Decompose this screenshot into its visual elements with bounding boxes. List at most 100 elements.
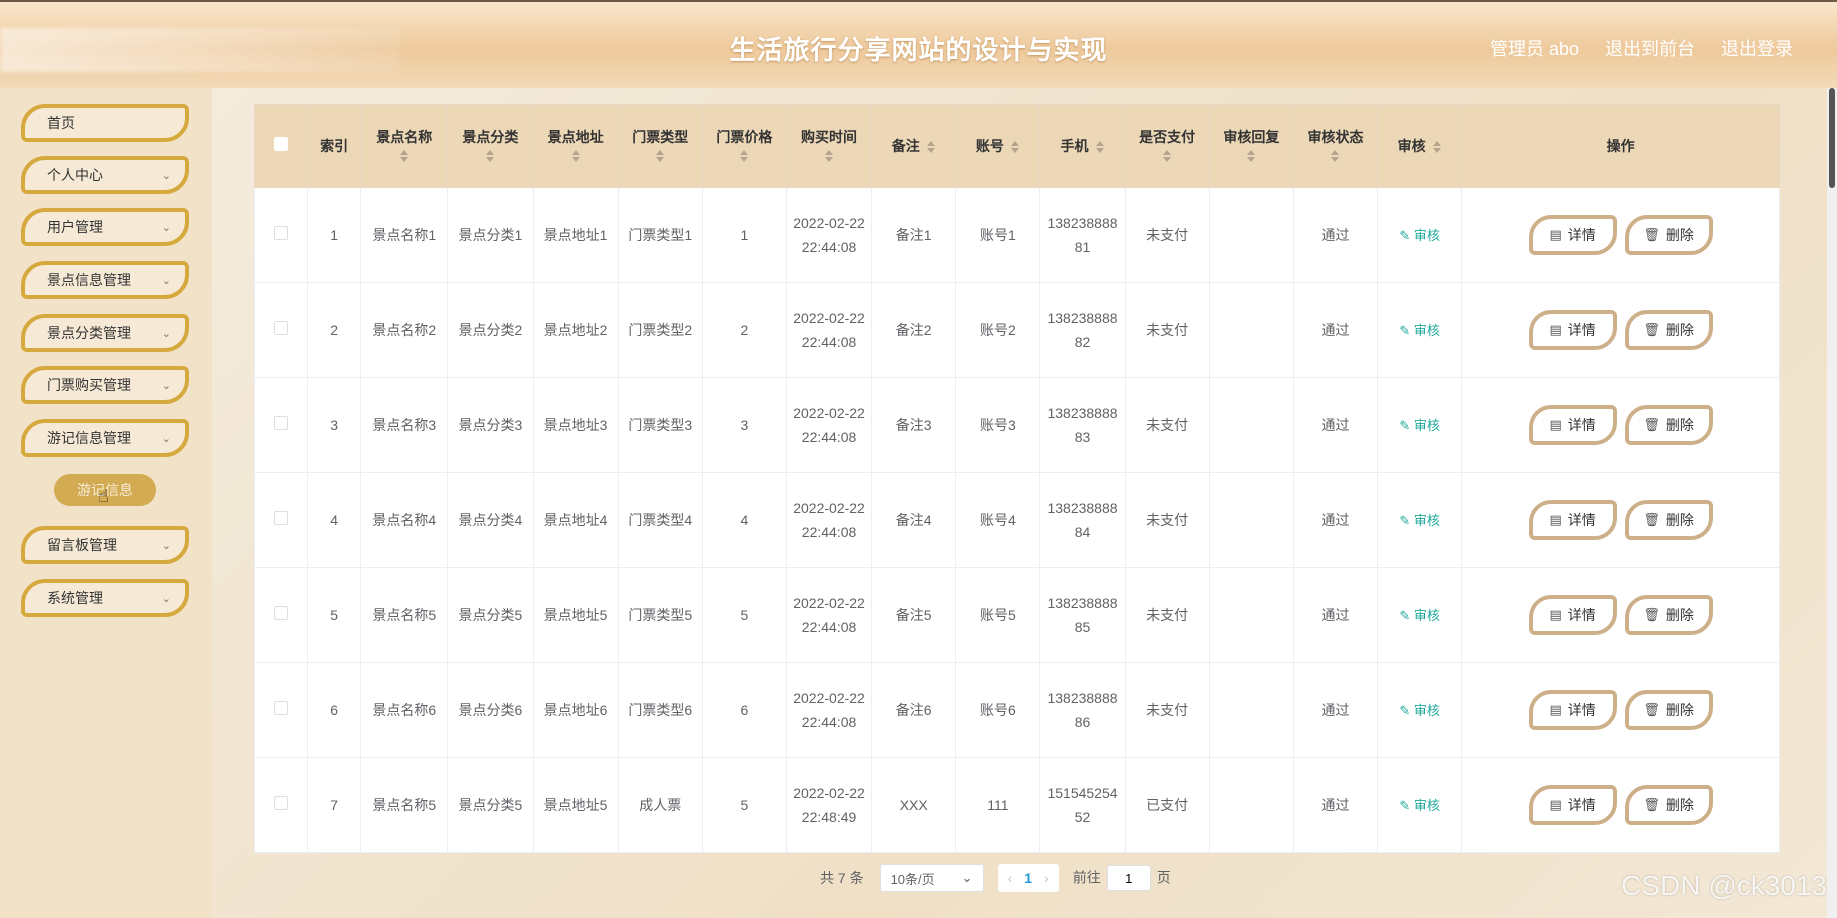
column-header-label: 景点名称 [376, 128, 433, 145]
row-checkbox[interactable] [274, 226, 289, 240]
column-header-label: 手机 [1060, 137, 1089, 154]
row-checkbox[interactable] [274, 511, 289, 525]
row-checkbox[interactable] [274, 606, 289, 620]
row-checkbox[interactable] [274, 416, 289, 430]
sort-icon[interactable] [739, 148, 749, 164]
prev-page-icon[interactable]: ‹ [1008, 870, 1013, 886]
delete-button[interactable]: 🗑 删除 [1624, 405, 1713, 445]
next-page-icon[interactable]: › [1044, 870, 1049, 886]
detail-button[interactable]: ▤ 详情 [1528, 595, 1617, 635]
sidebar-item-2[interactable]: 个人中心 ⌄ [21, 156, 189, 194]
delete-button[interactable]: 🗑 删除 [1624, 785, 1713, 825]
cell-phone: 13823888883 [1039, 377, 1126, 473]
page-scrollbar[interactable] [1827, 88, 1837, 918]
table-row: 4 景点名称4 景点分类4 景点地址4 门票类型4 4 2022-02-22 22:44:0… [253, 472, 1780, 568]
detail-button[interactable]: ▤ 详情 [1528, 310, 1617, 350]
sort-icon[interactable] [655, 148, 665, 164]
column-header[interactable]: 审核 [1377, 104, 1463, 188]
delete-button[interactable]: 🗑 删除 [1624, 690, 1713, 730]
column-header[interactable]: 景点分类 [447, 104, 534, 188]
sidebar-item-8[interactable]: 留言板管理 ⌄ [21, 526, 189, 564]
cell-name: 景点名称5 [360, 757, 449, 853]
sidebar-item-label: 景点分类管理 [47, 325, 131, 341]
cell-phone: 13823888886 [1039, 662, 1126, 758]
sort-icon[interactable] [926, 139, 936, 155]
audit-link[interactable]: ✎ 审核 [1399, 418, 1440, 433]
column-header[interactable]: 备注 [871, 104, 957, 188]
row-checkbox[interactable] [274, 701, 289, 715]
sort-icon[interactable] [485, 148, 495, 164]
detail-button[interactable]: ▤ 详情 [1528, 405, 1617, 445]
table-row: 1 景点名称1 景点分类1 景点地址1 门票类型1 1 2022-02-22 22:44:0… [253, 187, 1780, 283]
cell-status: 通过 [1292, 377, 1379, 473]
column-header[interactable]: 是否支付 [1124, 104, 1210, 188]
sort-icon[interactable] [1432, 139, 1442, 155]
sidebar-item-3[interactable]: 用户管理 ⌄ [21, 208, 189, 246]
cell-paid: 未支付 [1124, 282, 1210, 378]
logout-link[interactable]: 退出登录 [1721, 35, 1793, 61]
sort-icon[interactable] [1095, 139, 1105, 155]
column-header[interactable]: 账号 [955, 104, 1041, 188]
delete-button[interactable]: 🗑 删除 [1624, 500, 1713, 540]
column-header: 索引 [307, 104, 362, 188]
sidebar-item-1[interactable]: 首页 [21, 104, 189, 142]
page-size-select[interactable]: 10条/页 ⌄ [879, 864, 984, 892]
sort-icon[interactable] [1010, 139, 1020, 155]
column-header[interactable]: 购买时间 [785, 104, 873, 188]
cell-note: 备注5 [871, 567, 957, 663]
trash-icon: 🗑 [1643, 417, 1660, 432]
back-to-front-link[interactable]: 退出到前台 [1605, 35, 1695, 61]
sort-icon[interactable] [824, 148, 834, 164]
audit-label: 审核 [1413, 322, 1440, 338]
delete-button[interactable]: 🗑 删除 [1624, 310, 1713, 350]
cell-reply [1208, 662, 1294, 758]
cell-actions: ▤ 详情 🗑 删除 [1461, 472, 1780, 568]
detail-button[interactable]: ▤ 详情 [1528, 785, 1617, 825]
audit-link[interactable]: ✎ 审核 [1399, 703, 1440, 718]
delete-button[interactable]: 🗑 删除 [1624, 215, 1713, 255]
cell-type: 门票类型3 [617, 377, 703, 473]
column-header[interactable]: 审核回复 [1208, 104, 1294, 188]
detail-button[interactable]: ▤ 详情 [1528, 690, 1617, 730]
delete-button[interactable]: 🗑 删除 [1624, 595, 1713, 635]
scrollbar-thumb[interactable] [1829, 88, 1835, 188]
sort-icon[interactable] [1246, 148, 1256, 164]
chevron-down-icon: ⌄ [161, 432, 171, 445]
audit-link[interactable]: ✎ 审核 [1399, 228, 1440, 243]
cell-type: 成人票 [617, 757, 703, 853]
current-page-number[interactable]: 1 [1024, 870, 1032, 886]
audit-link[interactable]: ✎ 审核 [1399, 608, 1440, 623]
audit-link[interactable]: ✎ 审核 [1399, 798, 1440, 813]
document-icon: ▤ [1549, 702, 1562, 717]
sort-icon[interactable] [1330, 148, 1340, 164]
audit-link[interactable]: ✎ 审核 [1399, 513, 1440, 528]
sidebar-item-6[interactable]: 门票购买管理 ⌄ [21, 366, 189, 404]
row-checkbox[interactable] [274, 321, 289, 335]
column-header[interactable]: 审核状态 [1292, 104, 1379, 188]
cell-paid: 已支付 [1124, 757, 1210, 853]
column-header[interactable]: 景点地址 [532, 104, 619, 188]
goto-page-input[interactable] [1106, 865, 1151, 891]
row-checkbox[interactable] [274, 796, 289, 810]
sort-icon[interactable] [399, 148, 409, 164]
cell-idx: 4 [307, 472, 362, 568]
detail-button[interactable]: ▤ 详情 [1528, 500, 1617, 540]
goto-suffix: 页 [1156, 869, 1171, 886]
column-header[interactable]: 手机 [1039, 104, 1126, 188]
sort-icon[interactable] [1162, 148, 1172, 164]
cell-time: 2022-02-22 22:44:08 [785, 187, 873, 283]
select-all-checkbox[interactable] [274, 137, 289, 151]
column-header[interactable]: 景点名称 [360, 104, 449, 188]
sidebar-item-7[interactable]: 游记信息管理 ⌄ [21, 419, 189, 457]
sidebar-item-4[interactable]: 景点信息管理 ⌄ [21, 261, 189, 299]
column-header[interactable]: 门票类型 [617, 104, 703, 188]
sidebar-item-5[interactable]: 景点分类管理 ⌄ [21, 314, 189, 352]
detail-button[interactable]: ▤ 详情 [1528, 215, 1617, 255]
cell-reply [1208, 472, 1294, 568]
sort-icon[interactable] [571, 148, 581, 164]
audit-link[interactable]: ✎ 审核 [1399, 323, 1440, 338]
column-header[interactable]: 门票价格 [701, 104, 787, 188]
column-header-label: 审核 [1397, 137, 1426, 154]
sidebar-item-label: 系统管理 [47, 590, 103, 606]
sidebar-item-9[interactable]: 系统管理 ⌄ [21, 579, 189, 617]
